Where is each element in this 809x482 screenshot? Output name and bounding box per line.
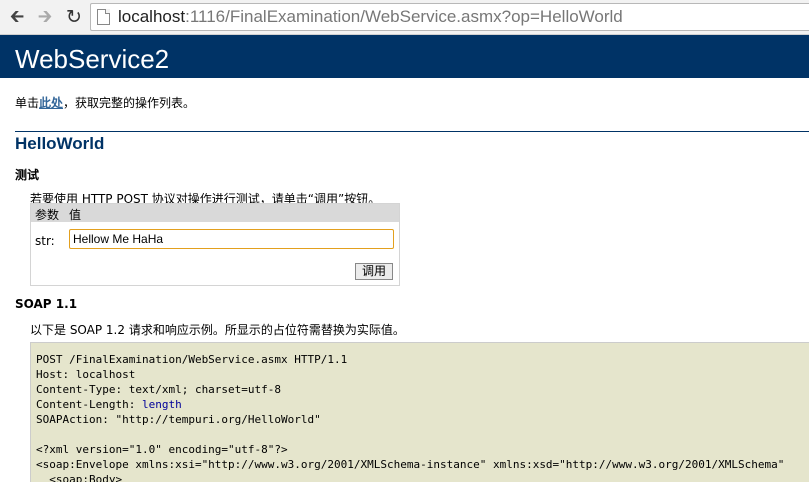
length-placeholder: length [141,398,182,411]
test-form: 参数 值 str: 调用 [30,203,400,286]
operations-list-link[interactable]: 此处 [39,96,63,110]
form-header-row: 参数 值 [31,204,399,222]
code-line: <soap:Envelope xmlns:xsi="http://www.w3.… [36,458,785,471]
browser-toolbar: 🡰 🡲 ↻ localhost:1116/FinalExamination/We… [0,0,809,35]
code-line: SOAPAction: "http://tempuri.org/HelloWor… [36,413,321,426]
page-title: WebService2 [15,44,170,74]
page-header: WebService2 [0,35,809,78]
url-path: :1116/FinalExamination/WebService.asmx?o… [185,7,623,26]
param-label: str: [35,234,55,248]
operation-title: HelloWorld [15,134,105,153]
intro-text: 单击此处，获取完整的操作列表。 [15,94,195,111]
forward-arrow-icon[interactable]: 🡲 [34,6,56,28]
reload-icon[interactable]: ↻ [63,6,85,28]
back-arrow-icon[interactable]: 🡰 [6,6,28,28]
page-icon [97,9,110,25]
intro-prefix: 单击 [15,96,40,110]
code-line: POST /FinalExamination/WebService.asmx H… [36,353,348,366]
invoke-button[interactable]: 调用 [355,263,393,280]
url-text[interactable]: localhost:1116/FinalExamination/WebServi… [118,6,623,28]
soap-description: 以下是 SOAP 1.2 请求和响应示例。所显示的占位符需替换为实际值。 [30,323,405,337]
code-line: Content-Length: [36,398,142,411]
code-line: <?xml version="1.0" encoding="utf-8"?> [36,443,288,456]
value-column-header: 值 [69,208,82,222]
code-line: Host: localhost [36,368,136,381]
soap-heading: SOAP 1.1 [15,297,78,311]
test-heading: 测试 [15,168,40,182]
str-input[interactable] [69,229,394,249]
code-line: Content-Type: text/xml; charset=utf-8 [36,383,282,396]
intro-suffix: ，获取完整的操作列表。 [63,96,196,110]
soap-request-sample: POST /FinalExamination/WebService.asmx H… [30,342,809,482]
url-host: localhost [118,7,186,26]
address-bar[interactable]: localhost:1116/FinalExamination/WebServi… [90,3,809,31]
param-column-header: 参数 [35,208,60,222]
divider [15,131,809,132]
